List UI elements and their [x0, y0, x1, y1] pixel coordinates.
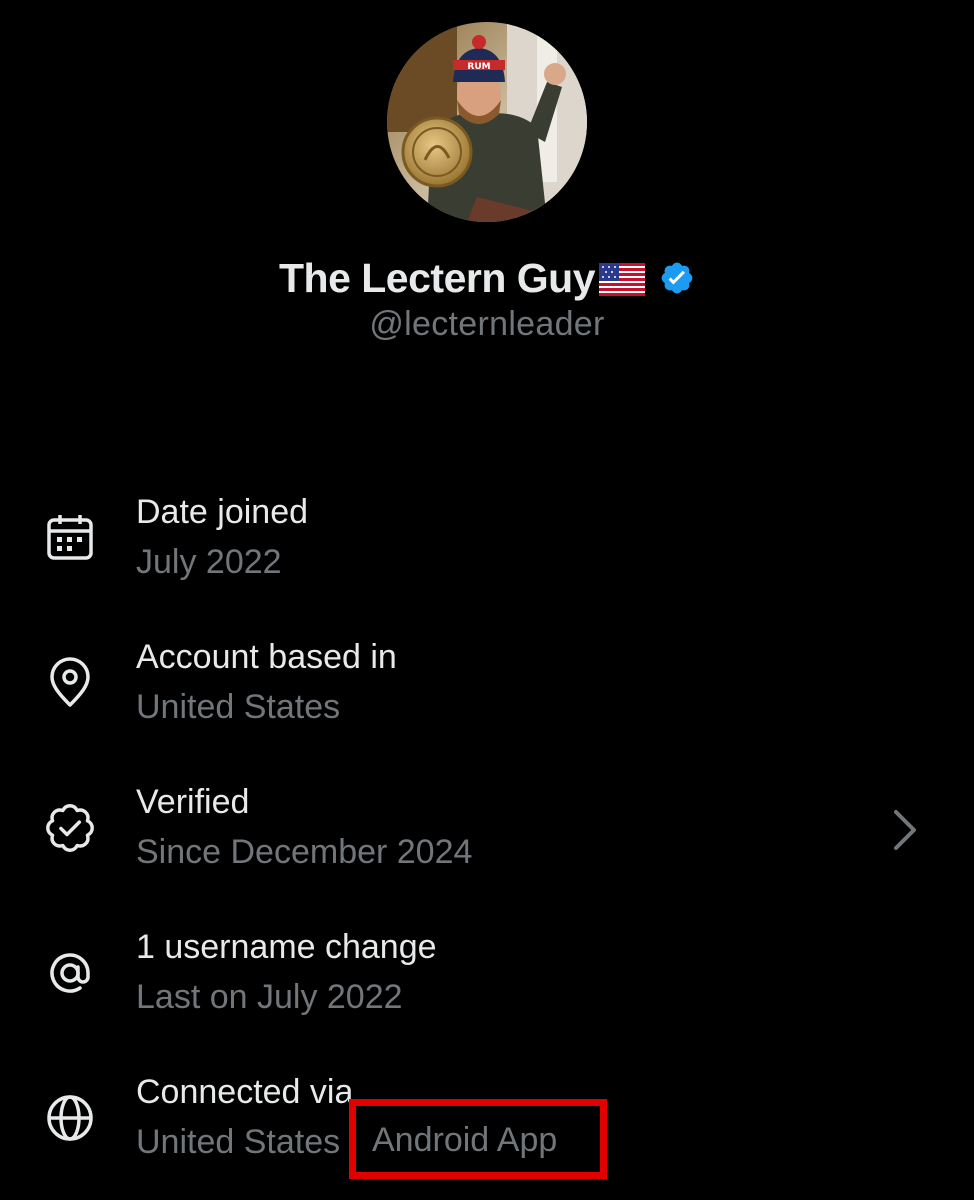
verified-badge-icon[interactable] — [659, 260, 695, 296]
profile-name-row: The Lectern Guy — [0, 250, 974, 306]
profile-avatar[interactable]: RUM — [387, 22, 587, 222]
display-name: The Lectern Guy — [278, 254, 596, 301]
globe-icon — [44, 1092, 96, 1144]
location-pin-icon — [44, 657, 96, 709]
info-row-username-change: 1 username change Last on July 2022 — [0, 920, 974, 1030]
row-value: United States — [136, 1123, 341, 1161]
svg-text:RUM: RUM — [467, 62, 490, 72]
avatar-photo: RUM — [387, 22, 587, 222]
connected-via-app-value: Android App — [372, 1121, 558, 1159]
verified-badge-outline-icon — [44, 802, 96, 854]
row-value: July 2022 — [136, 543, 282, 581]
us-flag-icon — [599, 262, 645, 296]
chevron-right-icon[interactable] — [888, 806, 922, 854]
info-row-verified[interactable]: Verified Since December 2024 — [0, 775, 974, 885]
row-title: Account based in — [136, 638, 397, 676]
info-row-date-joined: Date joined July 2022 — [0, 485, 974, 595]
at-sign-icon — [44, 947, 96, 999]
row-title: 1 username change — [136, 928, 437, 966]
row-title: Connected via — [136, 1073, 354, 1111]
calendar-icon — [44, 512, 96, 564]
row-value: Since December 2024 — [136, 833, 473, 871]
row-title: Verified — [136, 783, 250, 821]
info-row-account-based-in: Account based in United States — [0, 630, 974, 740]
row-title: Date joined — [136, 493, 309, 531]
row-value: United States — [136, 688, 341, 726]
profile-handle: @lecternleader — [369, 305, 605, 343]
row-value: Last on July 2022 — [136, 978, 403, 1016]
